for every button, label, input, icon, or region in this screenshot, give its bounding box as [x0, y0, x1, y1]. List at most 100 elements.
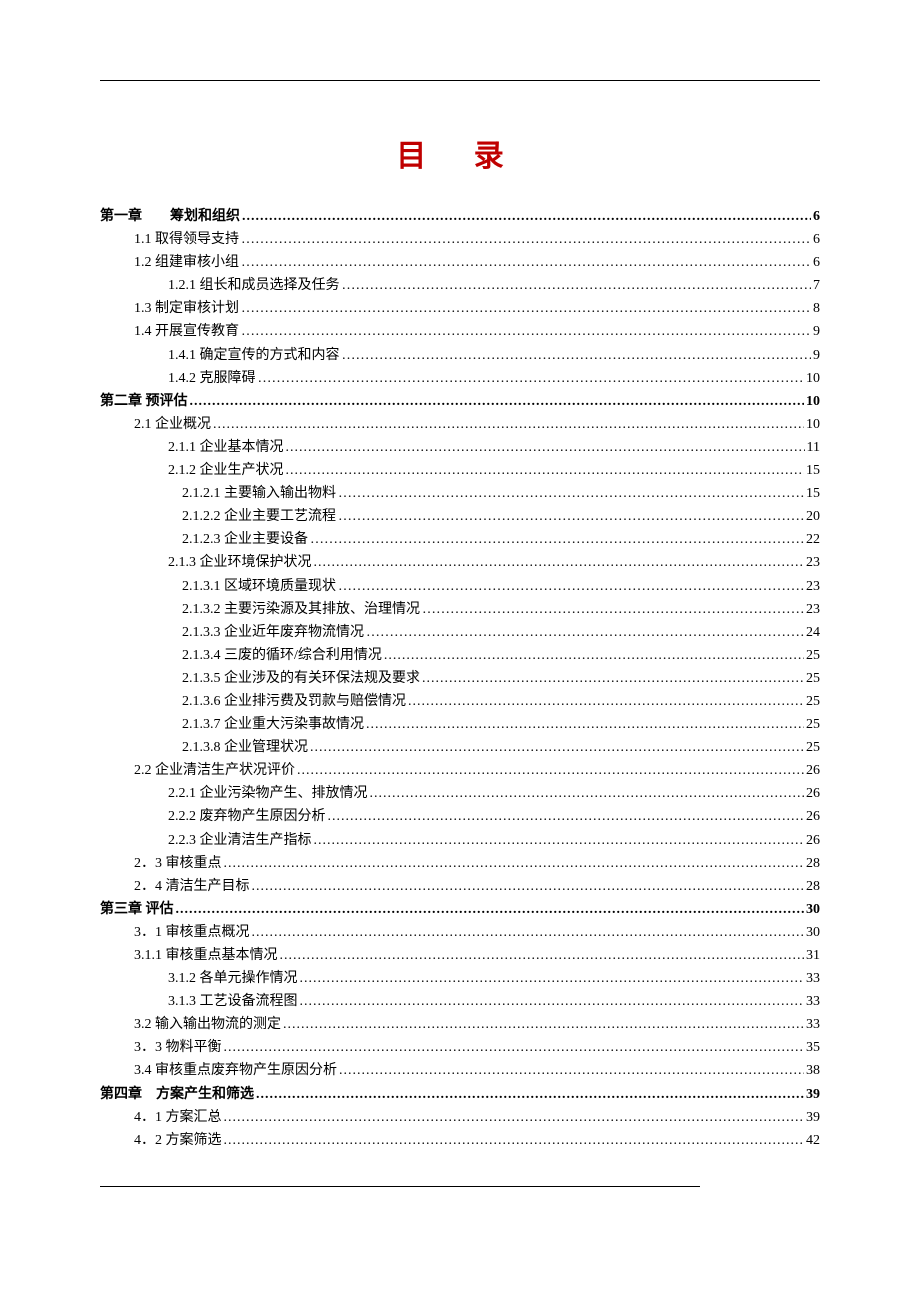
- toc-entry: 2.1.2.2 企业主要工艺流程 20: [100, 505, 820, 528]
- toc-entry-label: 3.2 输入输出物流的测定: [134, 1013, 281, 1036]
- toc-entry: 4．2 方案筛选 42: [100, 1129, 820, 1152]
- toc-entry-page: 9: [813, 344, 820, 367]
- toc-leader-dots: [241, 320, 811, 343]
- toc-entry-label: 2.1.3.6 企业排污费及罚款与赔偿情况: [182, 690, 406, 713]
- toc-entry-label: 2.1.3.8 企业管理状况: [182, 736, 308, 759]
- toc-entry: 3．3 物料平衡35: [100, 1036, 820, 1059]
- toc-entry: 1.1 取得领导支持 6: [100, 228, 820, 251]
- toc-leader-dots: [176, 898, 805, 921]
- toc-leader-dots: [300, 967, 805, 990]
- toc-leader-dots: [342, 344, 812, 367]
- toc-entry-label: 3.1.2 各单元操作情况: [168, 967, 298, 990]
- toc-leader-dots: [213, 413, 804, 436]
- toc-entry: 2．4 清洁生产目标 28: [100, 875, 820, 898]
- toc-leader-dots: [338, 505, 804, 528]
- toc-entry-page: 30: [806, 921, 820, 944]
- toc-entry: 2.1.3.1 区域环境质量现状23: [100, 575, 820, 598]
- toc-leader-dots: [241, 251, 811, 274]
- toc-leader-dots: [314, 829, 805, 852]
- toc-entry-label: 2.1 企业概况: [134, 413, 211, 436]
- toc-entry-label: 2.1.2 企业生产状况: [168, 459, 284, 482]
- toc-entry-page: 42: [806, 1129, 820, 1152]
- toc-entry-page: 20: [806, 505, 820, 528]
- toc-leader-dots: [242, 205, 811, 228]
- toc-leader-dots: [241, 297, 811, 320]
- toc-entry: 2.1.2.3 企业主要设备 22: [100, 528, 820, 551]
- toc-entry: 1.4 开展宣传教育9: [100, 320, 820, 343]
- toc-entry-page: 25: [806, 736, 820, 759]
- toc-entry: 2.1.3.3 企业近年废弃物流情况24: [100, 621, 820, 644]
- toc-entry-label: 2.1.2.1 主要输入输出物料: [182, 482, 336, 505]
- toc-entry-label: 1.4.1 确定宣传的方式和内容: [168, 344, 340, 367]
- toc-entry: 1.2.1 组长和成员选择及任务 7: [100, 274, 820, 297]
- toc-entry-label: 2.2.2 废弃物产生原因分析: [168, 805, 326, 828]
- toc-entry: 2.2.3 企业清洁生产指标26: [100, 829, 820, 852]
- toc-leader-dots: [252, 921, 805, 944]
- toc-entry-label: 2.1.2.3 企业主要设备: [182, 528, 308, 551]
- toc-leader-dots: [328, 805, 805, 828]
- toc-entry: 1.4.1 确定宣传的方式和内容 9: [100, 344, 820, 367]
- toc-leader-dots: [241, 228, 811, 251]
- toc-entry: 2.1.2.1 主要输入输出物料15: [100, 482, 820, 505]
- toc-leader-dots: [190, 390, 805, 413]
- toc-entry: 2.2 企业清洁生产状况评价26: [100, 759, 820, 782]
- toc-entry: 2.1.3.8 企业管理状况 25: [100, 736, 820, 759]
- toc-entry-label: 1.2.1 组长和成员选择及任务: [168, 274, 340, 297]
- toc-entry-page: 6: [813, 228, 820, 251]
- toc-entry-page: 11: [807, 436, 820, 459]
- toc-entry: 2.1.3.4 三废的循环/综合利用情况25: [100, 644, 820, 667]
- toc-leader-dots: [256, 1083, 804, 1106]
- toc-entry-label: 第四章 方案产生和筛选: [100, 1083, 254, 1106]
- toc-leader-dots: [286, 459, 805, 482]
- toc-entry-page: 25: [806, 713, 820, 736]
- toc-entry-label: 2.1.3.3 企业近年废弃物流情况: [182, 621, 364, 644]
- toc-entry-page: 7: [813, 274, 820, 297]
- toc-entry-page: 26: [806, 829, 820, 852]
- toc-entry: 2.1.2 企业生产状况 15: [100, 459, 820, 482]
- toc-entry-page: 22: [806, 528, 820, 551]
- toc-leader-dots: [310, 528, 804, 551]
- toc-entry-page: 15: [806, 459, 820, 482]
- toc-entry-page: 23: [806, 575, 820, 598]
- toc-entry-label: 2．3 审核重点: [134, 852, 222, 875]
- toc-entry-label: 2．4 清洁生产目标: [134, 875, 250, 898]
- toc-entry-label: 2.1.2.2 企业主要工艺流程: [182, 505, 336, 528]
- toc-leader-dots: [300, 990, 805, 1013]
- toc-leader-dots: [286, 436, 805, 459]
- toc-entry: 1.3 制定审核计划8: [100, 297, 820, 320]
- toc-entry: 2.2.1 企业污染物产生、排放情况26: [100, 782, 820, 805]
- toc-leader-dots: [252, 875, 805, 898]
- toc-entry-page: 25: [806, 690, 820, 713]
- toc-leader-dots: [422, 598, 804, 621]
- toc-entry: 2.1.3 企业环境保护状况23: [100, 551, 820, 574]
- top-rule: [100, 80, 820, 81]
- toc-leader-dots: [338, 482, 804, 505]
- table-of-contents: 第一章 筹划和组织61.1 取得领导支持61.2 组建审核小组61.2.1 组长…: [100, 205, 820, 1152]
- toc-entry-label: 2.1.3.4 三废的循环/综合利用情况: [182, 644, 382, 667]
- toc-entry-label: 1.2 组建审核小组: [134, 251, 239, 274]
- toc-entry-page: 39: [806, 1106, 820, 1129]
- toc-entry-page: 10: [806, 367, 820, 390]
- toc-entry-label: 1.1 取得领导支持: [134, 228, 239, 251]
- toc-entry: 第二章 预评估10: [100, 390, 820, 413]
- toc-entry-page: 6: [813, 251, 820, 274]
- toc-entry-page: 8: [813, 297, 820, 320]
- toc-entry-page: 28: [806, 875, 820, 898]
- toc-entry-label: 3．3 物料平衡: [134, 1036, 222, 1059]
- bottom-rule: [100, 1186, 700, 1187]
- toc-leader-dots: [224, 1036, 805, 1059]
- toc-entry-page: 26: [806, 759, 820, 782]
- toc-entry-label: 4．2 方案筛选: [134, 1129, 222, 1152]
- toc-leader-dots: [310, 736, 804, 759]
- toc-entry: 2.1.3.6 企业排污费及罚款与赔偿情况 25: [100, 690, 820, 713]
- toc-entry: 2.2.2 废弃物产生原因分析26: [100, 805, 820, 828]
- toc-entry-label: 2.2.1 企业污染物产生、排放情况: [168, 782, 368, 805]
- toc-entry: 3.1.3 工艺设备流程图33: [100, 990, 820, 1013]
- toc-entry: 2.1.3.5 企业涉及的有关环保法规及要求25: [100, 667, 820, 690]
- toc-entry-label: 第二章 预评估: [100, 390, 188, 413]
- toc-entry-label: 第一章 筹划和组织: [100, 205, 240, 228]
- toc-entry: 2.1.1 企业基本情况11: [100, 436, 820, 459]
- toc-entry-label: 2.1.3.2 主要污染源及其排放、治理情况: [182, 598, 420, 621]
- toc-leader-dots: [258, 367, 805, 390]
- toc-leader-dots: [280, 944, 805, 967]
